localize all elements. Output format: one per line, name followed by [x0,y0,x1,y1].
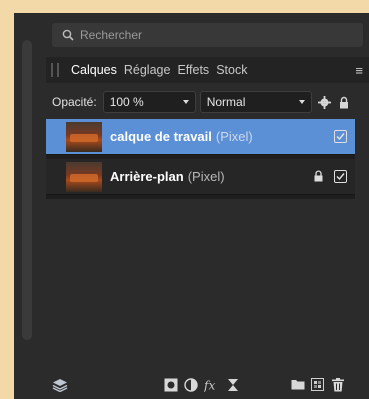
layer-thumbnail [66,161,102,192]
tab-calques[interactable]: Calques [71,63,117,77]
folder-icon[interactable] [291,378,305,390]
tab-reglage[interactable]: Réglage [124,63,171,77]
blend-mode-dropdown[interactable]: Normal [199,91,312,113]
scrollbar[interactable] [22,40,32,340]
layer-row[interactable]: calque de travail (Pixel) [46,119,355,155]
checkmark-icon [336,173,345,181]
opacity-value: 100 % [109,95,144,109]
layers-stack-icon[interactable] [52,378,68,392]
search-placeholder: Rechercher [80,28,143,42]
panel-footer-toolbar: fx [46,372,369,399]
gear-icon[interactable] [317,95,331,109]
pixel-layer-icon[interactable] [311,378,324,391]
panel-grip-handle[interactable] [51,63,59,77]
tab-effets[interactable]: Effets [177,63,209,77]
blend-mode-value: Normal [206,95,246,109]
chevron-down-icon [182,100,189,104]
svg-text:fx: fx [204,379,215,393]
chevron-down-icon [298,100,305,104]
opacity-label: Opacité: [52,95,97,109]
lock-icon[interactable] [314,170,323,182]
layer-name: calque de travail [110,129,212,144]
layer-row[interactable]: Arrière-plan (Pixel) [46,159,355,195]
visibility-checkbox[interactable] [334,130,347,143]
trash-icon[interactable] [332,378,344,392]
layer-name: Arrière-plan [110,169,184,184]
live-filter-icon[interactable] [227,378,239,392]
search-field[interactable]: Rechercher [52,23,363,47]
hamburger-menu-icon[interactable]: ≡ [355,63,363,78]
layers-list: calque de travail (Pixel) Arrière-plan (… [46,119,355,199]
layer-type: (Pixel) [187,169,225,184]
opacity-row: Opacité: 100 % Normal [46,89,369,115]
layer-thumbnail [66,121,102,152]
search-icon [62,29,74,41]
visibility-checkbox[interactable] [334,170,347,183]
adjustment-icon[interactable] [184,378,198,392]
fx-icon[interactable]: fx [204,378,222,393]
opacity-dropdown[interactable]: 100 % [102,91,196,113]
tab-stock[interactable]: Stock [216,63,247,77]
layer-type: (Pixel) [215,129,253,144]
mask-icon[interactable] [164,378,178,392]
checkmark-icon [336,133,345,141]
lock-icon[interactable] [339,96,349,109]
panel-tabs: Calques Réglage Effets Stock ≡ [46,57,369,83]
